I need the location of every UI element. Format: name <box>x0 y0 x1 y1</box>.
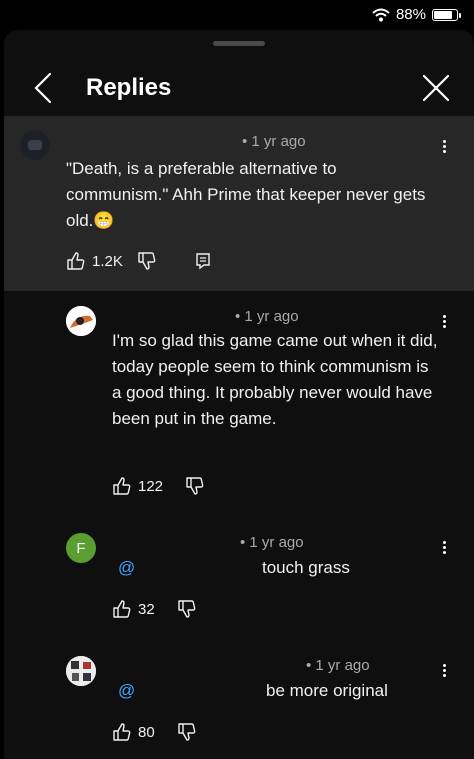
more-options-icon[interactable] <box>439 662 449 682</box>
reply-icon[interactable] <box>195 252 211 270</box>
comment-timestamp: • 1 yr ago <box>240 534 304 551</box>
like-icon[interactable] <box>112 476 132 496</box>
comment-text: I'm so glad this game came out when it d… <box>112 331 438 428</box>
avatar-letter: F <box>76 539 86 557</box>
like-icon[interactable] <box>112 722 132 742</box>
comment-actions: 122 <box>112 476 205 496</box>
dislike-icon[interactable] <box>177 722 197 742</box>
comment-timestamp: • 1 yr ago <box>306 657 370 674</box>
battery-percent: 88% <box>395 6 426 23</box>
replies-sheet: Replies • 1 yr ago "Death, is a preferab… <box>4 30 474 759</box>
comment-timestamp: • 1 yr ago <box>242 133 306 150</box>
comment-actions: 32 <box>112 599 197 619</box>
wifi-icon <box>372 8 390 21</box>
comment-timestamp: • 1 yr ago <box>235 308 299 325</box>
like-icon[interactable] <box>112 599 132 619</box>
dislike-icon[interactable] <box>177 599 197 619</box>
like-count: 1.2K <box>92 252 123 270</box>
status-bar: 88% <box>0 0 474 30</box>
comment-text: "Death, is a preferable alternative to c… <box>66 159 426 230</box>
back-arrow-icon[interactable] <box>26 70 62 106</box>
like-icon[interactable] <box>66 251 86 271</box>
replies-header: Replies <box>4 60 474 120</box>
avatar[interactable] <box>20 130 50 160</box>
comment-text: be more original <box>266 681 388 700</box>
comment-actions: 80 <box>112 722 197 742</box>
like-count: 32 <box>138 600 155 618</box>
dislike-icon[interactable] <box>185 476 205 496</box>
dislike-icon[interactable] <box>137 251 157 271</box>
comment-actions: 1.2K <box>66 251 211 271</box>
drag-handle[interactable] <box>213 41 265 46</box>
page-title: Replies <box>86 74 172 101</box>
comment-text: touch grass <box>262 558 350 577</box>
like-count: 80 <box>138 723 155 741</box>
avatar[interactable] <box>66 306 96 336</box>
avatar[interactable] <box>66 656 96 686</box>
parent-comment: • 1 yr ago "Death, is a preferable alter… <box>4 116 474 291</box>
battery-icon <box>432 8 461 21</box>
more-options-icon[interactable] <box>439 539 449 559</box>
like-count: 122 <box>138 477 164 495</box>
mention-link[interactable]: @ <box>118 678 135 704</box>
close-icon[interactable] <box>418 70 454 106</box>
mention-link[interactable]: @ <box>118 555 135 581</box>
avatar[interactable]: F <box>66 533 96 563</box>
more-options-icon[interactable] <box>439 138 449 158</box>
